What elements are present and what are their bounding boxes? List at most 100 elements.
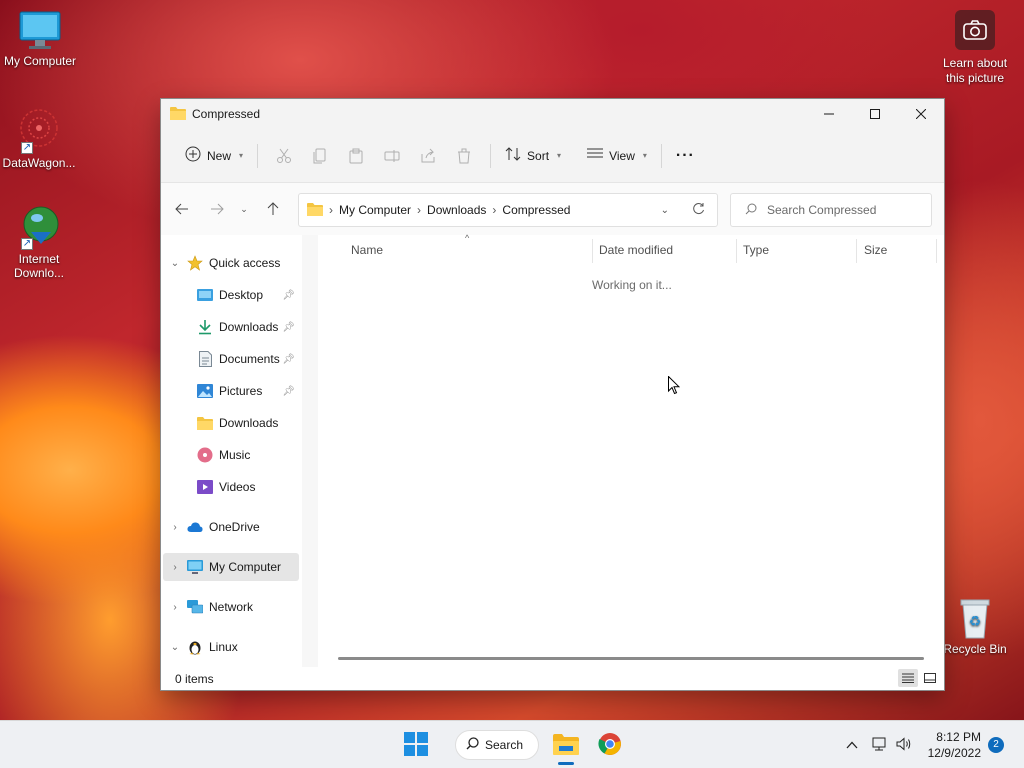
sidebar-item-videos[interactable]: Videos xyxy=(163,473,299,501)
learn-about-picture[interactable]: Learn about this picture xyxy=(935,10,1015,86)
linux-icon xyxy=(187,639,203,655)
column-divider[interactable] xyxy=(736,239,737,263)
desktop-icon-recycle-bin[interactable]: ♻ Recycle Bin xyxy=(935,596,1015,656)
pane-divider[interactable] xyxy=(302,235,318,667)
view-button[interactable]: View ▾ xyxy=(581,140,653,172)
breadcrumb-downloads[interactable]: Downloads xyxy=(427,203,486,217)
back-button[interactable] xyxy=(167,194,197,224)
network-status-button[interactable] xyxy=(870,725,890,765)
sidebar-item-label: Desktop xyxy=(219,288,264,302)
column-divider[interactable] xyxy=(936,239,937,263)
breadcrumb-my-computer[interactable]: My Computer xyxy=(339,203,411,217)
details-view-button[interactable] xyxy=(898,669,918,687)
start-button[interactable] xyxy=(398,725,434,765)
sidebar-item-documents[interactable]: Documents 📌︎ xyxy=(163,345,299,373)
address-dropdown-button[interactable]: ⌄ xyxy=(661,205,669,216)
more-options-button[interactable]: ··· xyxy=(670,140,701,172)
sidebar-item-linux[interactable]: ⌄ Linux xyxy=(163,633,299,661)
sidebar-item-music[interactable]: Music xyxy=(163,441,299,469)
file-list: ^ Name Date modified Type Size Working o… xyxy=(318,233,944,667)
delete-icon[interactable] xyxy=(446,140,482,172)
sidebar-item-quick-access[interactable]: ⌄ Quick access xyxy=(163,249,299,277)
sidebar-item-label: Videos xyxy=(219,480,256,494)
share-icon[interactable] xyxy=(410,140,446,172)
search-icon xyxy=(466,737,479,753)
sidebar-item-downloads-pinned[interactable]: Downloads 📌︎ xyxy=(163,313,299,341)
chevron-right-icon[interactable]: › xyxy=(163,602,187,613)
column-header-date-modified[interactable]: Date modified xyxy=(599,243,673,257)
breadcrumb-separator[interactable]: › xyxy=(492,203,496,217)
computer-icon xyxy=(187,559,203,575)
sidebar-item-my-computer[interactable]: › My Computer xyxy=(163,553,299,581)
show-hidden-icons-button[interactable] xyxy=(842,725,862,765)
folder-icon xyxy=(170,106,186,123)
mouse-cursor-icon xyxy=(668,375,681,398)
notification-badge[interactable]: 2 xyxy=(988,737,1004,753)
chevron-right-icon[interactable]: › xyxy=(163,562,187,573)
sort-button[interactable]: Sort ▾ xyxy=(499,140,567,172)
taskbar-search-button[interactable]: Search xyxy=(455,730,539,760)
chrome-icon xyxy=(598,732,622,759)
star-icon xyxy=(187,255,203,271)
recent-locations-button[interactable]: ⌄ xyxy=(234,194,254,224)
globe-download-icon: ↗ xyxy=(17,204,61,250)
breadcrumb-separator[interactable]: › xyxy=(329,203,333,217)
chevron-down-icon: ⌄ xyxy=(240,203,248,214)
toolbar-divider xyxy=(660,143,662,168)
search-input[interactable]: Search Compressed xyxy=(767,203,876,217)
large-icons-view-button[interactable] xyxy=(920,669,940,687)
breadcrumb-separator[interactable]: › xyxy=(417,203,421,217)
rename-icon[interactable] xyxy=(374,140,410,172)
address-bar[interactable]: › My Computer › Downloads › Compressed ⌄ xyxy=(298,193,718,227)
desktop-icon-internet-download[interactable]: ↗ Internet Downlo... xyxy=(0,204,79,280)
chevron-down-icon: ▾ xyxy=(642,151,647,160)
column-header-name[interactable]: Name xyxy=(351,243,383,257)
sidebar-item-desktop[interactable]: Desktop 📌︎ xyxy=(163,281,299,309)
forward-button[interactable] xyxy=(202,194,232,224)
new-label: New xyxy=(207,148,232,163)
volume-button[interactable] xyxy=(894,725,914,765)
toolbar-divider xyxy=(490,143,492,168)
chrome-taskbar-button[interactable] xyxy=(592,725,628,765)
command-bar: New ▾ Sort ▾ View ▾ ··· xyxy=(161,129,944,183)
sidebar-item-pictures[interactable]: Pictures 📌︎ xyxy=(163,377,299,405)
desktop-icon-datawagon[interactable]: ↗ DataWagon... xyxy=(0,106,79,170)
download-icon xyxy=(197,319,213,335)
up-button[interactable] xyxy=(258,194,288,224)
chevron-right-icon[interactable]: › xyxy=(163,522,187,533)
column-header-size[interactable]: Size xyxy=(864,243,887,257)
pin-icon: 📌︎ xyxy=(282,353,295,365)
desktop-icon-my-computer[interactable]: My Computer xyxy=(0,10,80,68)
pin-icon: 📌︎ xyxy=(282,385,295,397)
column-header-type[interactable]: Type xyxy=(743,243,769,257)
cut-icon[interactable] xyxy=(266,140,302,172)
new-button[interactable]: New ▾ xyxy=(179,140,249,172)
breadcrumb-compressed[interactable]: Compressed xyxy=(502,203,570,217)
column-divider[interactable] xyxy=(856,239,857,263)
column-divider[interactable] xyxy=(592,239,593,263)
chevron-down-icon: ▾ xyxy=(557,151,562,160)
paste-icon[interactable] xyxy=(338,140,374,172)
refresh-button[interactable] xyxy=(692,202,705,218)
desktop-icon-label: Internet Downlo... xyxy=(13,252,65,280)
close-button[interactable] xyxy=(898,99,944,129)
file-explorer-taskbar-button[interactable] xyxy=(548,725,584,765)
network-status-icon xyxy=(872,737,888,754)
loading-message: Working on it... xyxy=(592,278,672,292)
chevron-down-icon[interactable]: ⌄ xyxy=(163,642,187,653)
shortcut-arrow-icon: ↗ xyxy=(21,238,33,250)
datawagon-icon: ↗ xyxy=(17,106,61,154)
search-box[interactable]: Search Compressed xyxy=(730,193,932,227)
copy-icon[interactable] xyxy=(302,140,338,172)
maximize-button[interactable] xyxy=(852,99,898,129)
chevron-down-icon[interactable]: ⌄ xyxy=(163,258,187,269)
recycle-bin-icon: ♻ xyxy=(957,596,993,640)
horizontal-scrollbar[interactable] xyxy=(338,657,924,660)
title-bar[interactable]: Compressed xyxy=(161,99,944,129)
clock[interactable]: 8:12 PM 12/9/2022 xyxy=(928,729,981,761)
minimize-button[interactable] xyxy=(806,99,852,129)
desktop-folder-icon xyxy=(197,287,213,303)
sidebar-item-downloads-folder[interactable]: Downloads xyxy=(163,409,299,437)
sidebar-item-network[interactable]: › Network xyxy=(163,593,299,621)
sidebar-item-onedrive[interactable]: › OneDrive xyxy=(163,513,299,541)
